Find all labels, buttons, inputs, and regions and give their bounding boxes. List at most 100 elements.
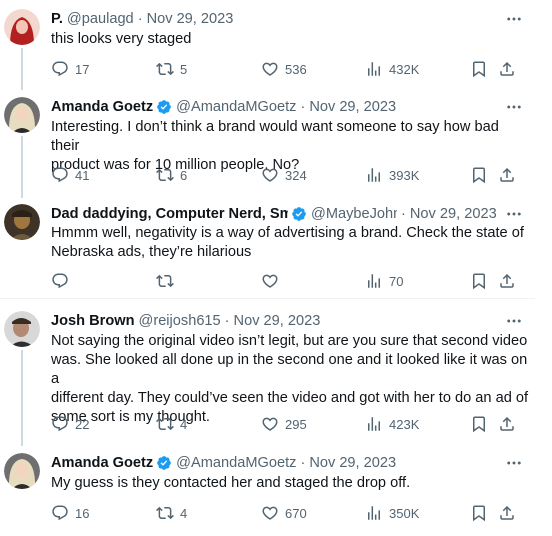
reply-count: 22 — [75, 416, 90, 432]
share-icon — [498, 272, 516, 290]
reply-icon — [51, 272, 69, 290]
handle[interactable]: @AmandaMGoetz — [176, 453, 296, 473]
share-icon — [498, 504, 516, 522]
retweet-icon — [156, 272, 174, 290]
handle[interactable]: @MaybeJohn — [311, 204, 397, 224]
verified-badge-icon — [291, 206, 307, 222]
tweet-text: Hmmm well, negativity is a way of advert… — [51, 224, 531, 262]
display-name[interactable]: Amanda Goetz — [51, 97, 153, 117]
more-icon — [505, 312, 523, 330]
share-button[interactable] — [498, 503, 516, 523]
verified-badge-icon — [156, 99, 172, 115]
more-icon — [505, 10, 523, 28]
more-options-button[interactable] — [504, 9, 524, 29]
tweet-header: P. @paulagd · Nov 29, 2023 — [51, 9, 512, 29]
timestamp[interactable]: Nov 29, 2023 — [309, 97, 396, 117]
views-button[interactable]: 432K — [365, 59, 419, 79]
like-button[interactable]: 324 — [261, 165, 307, 185]
reply-button[interactable]: 17 — [51, 59, 89, 79]
retweet-button[interactable] — [156, 271, 180, 291]
more-options-button[interactable] — [504, 204, 524, 224]
views-button[interactable]: 70 — [365, 271, 403, 291]
tweet[interactable]: Amanda Goetz @AmandaMGoetz · Nov 29, 202… — [0, 443, 552, 536]
reply-button[interactable] — [51, 271, 75, 291]
heart-icon — [261, 504, 279, 522]
display-name[interactable]: Amanda Goetz — [51, 453, 153, 473]
like-button[interactable]: 536 — [261, 59, 307, 79]
like-button[interactable] — [261, 271, 285, 291]
reply-button[interactable]: 16 — [51, 503, 89, 523]
share-button[interactable] — [498, 414, 516, 434]
avatar[interactable] — [4, 453, 40, 489]
tweet-text-line: Nebraska ads, they’re hilarious — [51, 244, 252, 260]
reply-button[interactable]: 41 — [51, 165, 89, 185]
avatar[interactable] — [4, 9, 40, 45]
tweet-text-line: Not saying the original video isn’t legi… — [51, 333, 528, 349]
tweet[interactable]: Amanda Goetz @AmandaMGoetz · Nov 29, 202… — [0, 88, 552, 198]
share-button[interactable] — [498, 165, 516, 185]
tweet-header: Amanda Goetz @AmandaMGoetz · Nov 29, 202… — [51, 97, 512, 117]
heart-icon — [261, 415, 279, 433]
views-button[interactable]: 393K — [365, 165, 419, 185]
thread-line — [21, 48, 23, 90]
reply-icon — [51, 415, 69, 433]
views-icon — [365, 166, 383, 184]
reply-button[interactable]: 22 — [51, 414, 89, 434]
view-count: 350K — [389, 505, 420, 521]
bookmark-icon — [470, 415, 488, 433]
handle[interactable]: @paulagd — [67, 9, 134, 29]
timestamp[interactable]: Nov 29, 2023 — [309, 453, 396, 473]
timestamp[interactable]: Nov 29, 2023 — [410, 204, 497, 224]
tweet-header: Josh Brown @reijosh615 · Nov 29, 2023 — [51, 311, 512, 331]
views-button[interactable]: 350K — [365, 503, 419, 523]
avatar[interactable] — [4, 97, 40, 133]
tweet-text-line: My guess is they contacted her and stage… — [51, 475, 411, 491]
share-button[interactable] — [498, 59, 516, 79]
share-icon — [498, 60, 516, 78]
timestamp[interactable]: Nov 29, 2023 — [147, 9, 234, 29]
more-options-button[interactable] — [504, 453, 524, 473]
reply-thread: P. @paulagd · Nov 29, 2023 this looks ve… — [0, 0, 552, 536]
retweet-count: 4 — [180, 505, 188, 521]
tweet[interactable]: P. @paulagd · Nov 29, 2023 this looks ve… — [0, 0, 552, 90]
tweet[interactable]: Josh Brown @reijosh615 · Nov 29, 2023 No… — [0, 299, 552, 446]
reply-count: 17 — [75, 61, 90, 77]
action-bar: 17 5 536 432K — [51, 59, 521, 79]
like-count: 295 — [285, 416, 307, 432]
like-button[interactable]: 295 — [261, 414, 307, 434]
bookmark-button[interactable] — [470, 271, 488, 291]
tweet-header: Amanda Goetz @AmandaMGoetz · Nov 29, 202… — [51, 453, 512, 473]
more-options-button[interactable] — [504, 311, 524, 331]
more-icon — [505, 454, 523, 472]
handle[interactable]: @reijosh615 — [139, 311, 221, 331]
bookmark-icon — [470, 272, 488, 290]
avatar[interactable] — [4, 311, 40, 347]
tweet[interactable]: Dad daddying, Computer Nerd, Smar @Maybe… — [0, 195, 552, 298]
display-name[interactable]: Josh Brown — [51, 311, 135, 331]
retweet-button[interactable]: 4 — [156, 414, 187, 434]
retweet-icon — [156, 504, 174, 522]
display-name[interactable]: Dad daddying, Computer Nerd, Smar — [51, 204, 288, 224]
share-button[interactable] — [498, 271, 516, 291]
like-button[interactable]: 670 — [261, 503, 307, 523]
bookmark-icon — [470, 166, 488, 184]
retweet-button[interactable]: 4 — [156, 503, 187, 523]
separator-dot: · — [401, 206, 406, 222]
handle[interactable]: @AmandaMGoetz — [176, 97, 296, 117]
retweet-button[interactable]: 5 — [156, 59, 187, 79]
bookmark-button[interactable] — [470, 503, 488, 523]
more-options-button[interactable] — [504, 97, 524, 117]
bookmark-button[interactable] — [470, 414, 488, 434]
timestamp[interactable]: Nov 29, 2023 — [234, 311, 321, 331]
display-name[interactable]: P. — [51, 9, 63, 29]
tweet-text-line: different day. They could’ve seen the vi… — [51, 390, 529, 406]
views-button[interactable]: 423K — [365, 414, 419, 434]
like-count: 324 — [285, 167, 307, 183]
retweet-button[interactable]: 6 — [156, 165, 187, 185]
separator-dot: · — [300, 455, 306, 471]
tweet-text: Not saying the original video isn’t legi… — [51, 332, 531, 427]
retweet-icon — [156, 60, 174, 78]
bookmark-button[interactable] — [470, 59, 488, 79]
bookmark-button[interactable] — [470, 165, 488, 185]
avatar[interactable] — [4, 204, 40, 240]
